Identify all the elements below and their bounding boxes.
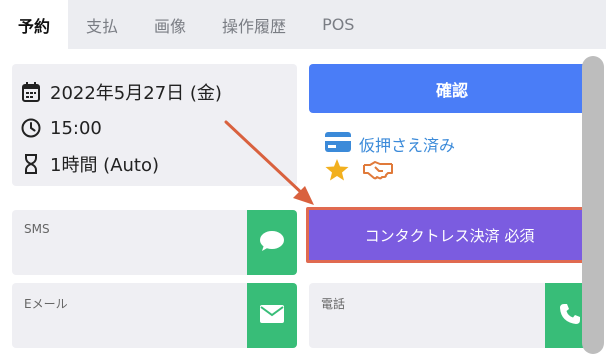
appointment-date: 2022年5月27日 (金)	[50, 83, 222, 104]
appointment-card[interactable]: 2022年5月27日 (金) 15:00 1時間 (Auto)	[12, 64, 297, 186]
payment-status: 仮押さえ済み	[325, 130, 455, 186]
credit-card-icon	[325, 132, 351, 156]
email-button[interactable]	[247, 283, 297, 348]
phone-label: 電話	[321, 297, 346, 311]
chat-bubble-icon	[259, 230, 285, 256]
tab-pos[interactable]: POS	[304, 0, 372, 49]
sms-button[interactable]	[247, 210, 297, 275]
date-row: 2022年5月27日 (金)	[20, 74, 289, 110]
star-icon	[325, 159, 349, 185]
duration-row: 1時間 (Auto)	[20, 146, 289, 182]
badges-row	[325, 158, 455, 186]
appointment-duration: 1時間 (Auto)	[50, 155, 160, 176]
tab-bar: 予約 支払 画像 操作履歴 POS	[0, 0, 606, 49]
clock-icon	[20, 117, 42, 139]
email-label: Eメール	[24, 297, 68, 311]
tab-reservation[interactable]: 予約	[0, 0, 69, 49]
tab-history[interactable]: 操作履歴	[204, 0, 304, 49]
phone-icon	[558, 302, 582, 330]
payment-status-text[interactable]: 仮押さえ済み	[359, 132, 455, 156]
envelope-icon	[259, 304, 285, 328]
hourglass-icon	[20, 153, 42, 175]
sms-label: SMS	[24, 222, 50, 236]
phone-field[interactable]: 電話	[309, 283, 595, 348]
confirm-button[interactable]: 確認	[309, 64, 595, 113]
appointment-time: 15:00	[50, 117, 102, 139]
handshake-icon	[363, 160, 393, 184]
tab-images[interactable]: 画像	[136, 0, 204, 49]
contactless-payment-button[interactable]: コンタクトレス決済 必須	[306, 207, 593, 263]
tab-payment[interactable]: 支払	[68, 0, 136, 49]
payment-status-row[interactable]: 仮押さえ済み	[325, 130, 455, 158]
time-row: 15:00	[20, 110, 289, 146]
scrollbar[interactable]	[582, 56, 604, 354]
sms-field[interactable]: SMS	[12, 210, 297, 275]
calendar-icon	[20, 81, 42, 103]
email-field[interactable]: Eメール	[12, 283, 297, 348]
